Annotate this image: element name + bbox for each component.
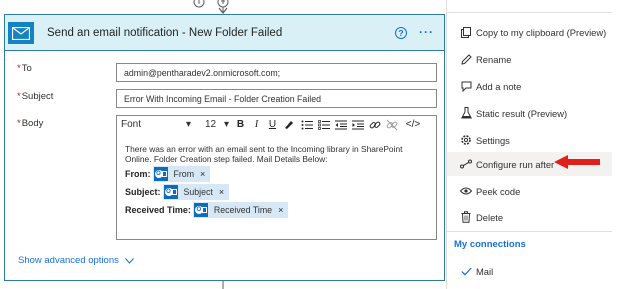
pencil-icon bbox=[460, 53, 472, 65]
menu-item-rename[interactable]: Rename bbox=[447, 47, 612, 71]
trash-icon bbox=[460, 211, 472, 223]
flow-connector-top bbox=[193, 0, 229, 14]
outlook-icon: O bbox=[163, 185, 178, 199]
remove-token-icon[interactable]: × bbox=[200, 169, 205, 179]
token-line-from: From: O From × bbox=[125, 166, 211, 182]
menu-item-add-a-note[interactable]: Add a note bbox=[447, 74, 612, 98]
body-editor[interactable]: Font ▾ 12 ▾ B I U </> There was an error… bbox=[116, 115, 437, 240]
menu-divider bbox=[447, 231, 612, 232]
unlink-icon[interactable] bbox=[385, 118, 398, 131]
dynamic-token-subject[interactable]: O Subject × bbox=[162, 184, 230, 200]
font-select[interactable]: Font ▾ bbox=[121, 118, 191, 130]
menu-item-static-result[interactable]: Static result (Preview) bbox=[447, 101, 612, 125]
outlook-icon: O bbox=[153, 167, 168, 181]
body-text: There was an error with an email sent to… bbox=[125, 144, 403, 164]
editor-toolbar: Font ▾ 12 ▾ B I U </> bbox=[117, 116, 436, 132]
subject-field[interactable]: Error With Incoming Email - Folder Creat… bbox=[116, 89, 437, 108]
code-view-button[interactable]: </> bbox=[403, 118, 423, 131]
menu-item-peek-code[interactable]: Peek code bbox=[447, 179, 612, 203]
chevron-down-icon: ▾ bbox=[223, 118, 229, 130]
remove-token-icon[interactable]: × bbox=[278, 205, 283, 215]
token-line-received-time: Received Time: O Received Time × bbox=[125, 202, 289, 218]
menu-item-settings[interactable]: Settings bbox=[447, 128, 612, 152]
underline-button[interactable]: U bbox=[266, 118, 279, 131]
my-connections-heading: My connections bbox=[454, 239, 526, 250]
card-header[interactable]: Send an email notification - New Folder … bbox=[5, 15, 444, 51]
remove-token-icon[interactable]: × bbox=[219, 187, 224, 197]
menu-item-copy-to-clipboard[interactable]: Copy to my clipboard (Preview) bbox=[447, 20, 612, 44]
red-arrow-annotation bbox=[554, 155, 600, 169]
numbered-list-icon[interactable] bbox=[317, 118, 330, 131]
note-icon bbox=[460, 80, 472, 92]
font-size-select[interactable]: 12 ▾ bbox=[205, 118, 229, 130]
check-icon bbox=[460, 265, 472, 277]
eye-icon bbox=[460, 185, 472, 197]
show-advanced-options-link[interactable]: Show advanced options bbox=[18, 255, 134, 266]
highlight-pen-icon[interactable] bbox=[282, 118, 295, 131]
to-field[interactable]: admin@pentharadev2.onmicrosoft.com; bbox=[116, 63, 437, 82]
chevron-down-icon bbox=[125, 257, 134, 264]
context-menu: Copy to my clipboard (Preview) Rename Ad… bbox=[446, 0, 612, 289]
chevron-down-icon: ▾ bbox=[185, 118, 191, 130]
gear-icon bbox=[460, 134, 472, 146]
italic-button[interactable]: I bbox=[250, 118, 263, 131]
mail-icon bbox=[8, 22, 34, 44]
card-title[interactable]: Send an email notification - New Folder … bbox=[47, 27, 282, 39]
menu-divider bbox=[447, 12, 612, 13]
decrease-indent-icon[interactable] bbox=[334, 118, 347, 131]
body-label: *Body bbox=[17, 118, 44, 129]
run-after-icon bbox=[460, 158, 472, 170]
menu-item-connection-mail[interactable]: Mail bbox=[447, 259, 612, 283]
more-options-icon[interactable]: ··· bbox=[419, 25, 434, 39]
email-action-card: Send an email notification - New Folder … bbox=[4, 14, 445, 281]
bold-button[interactable]: B bbox=[234, 118, 247, 131]
menu-item-delete[interactable]: Delete bbox=[447, 205, 612, 229]
increase-indent-icon[interactable] bbox=[351, 118, 364, 131]
bullet-list-icon[interactable] bbox=[300, 118, 313, 131]
body-content[interactable]: There was an error with an email sent to… bbox=[125, 144, 430, 218]
help-icon[interactable]: ? bbox=[395, 27, 407, 39]
outlook-icon: O bbox=[193, 203, 208, 217]
subject-label: *Subject bbox=[17, 91, 54, 102]
to-label: *To bbox=[17, 63, 32, 74]
dynamic-token-from[interactable]: O From × bbox=[152, 166, 211, 182]
flask-icon bbox=[460, 107, 472, 119]
link-icon[interactable] bbox=[368, 118, 381, 131]
token-line-subject: Subject: O Subject × bbox=[125, 184, 230, 200]
dynamic-token-received-time[interactable]: O Received Time × bbox=[192, 202, 289, 218]
copy-icon bbox=[460, 26, 472, 38]
